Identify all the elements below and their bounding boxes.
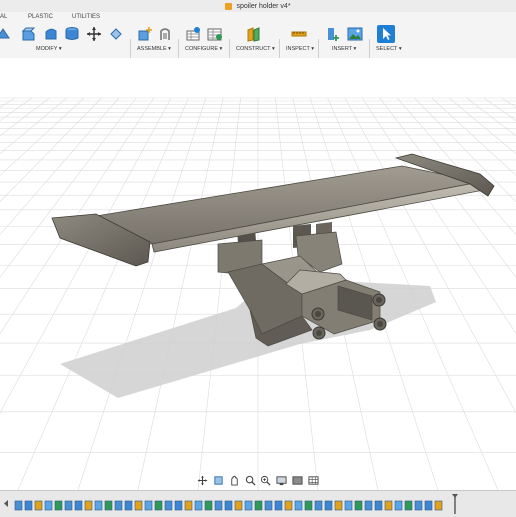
timeline-feature-icon[interactable] bbox=[324, 498, 333, 511]
fillet-icon[interactable] bbox=[20, 25, 38, 43]
configure-rule-icon[interactable] bbox=[206, 25, 224, 43]
visual-style-icon[interactable] bbox=[291, 474, 305, 486]
tab-utilities[interactable]: UTILITIES bbox=[72, 14, 100, 20]
timeline-feature-icon[interactable] bbox=[244, 498, 253, 511]
title-bar: spoiler holder v4* bbox=[0, 0, 516, 12]
spoiler-wing bbox=[94, 165, 485, 253]
scene-3d bbox=[0, 97, 516, 490]
display-settings-icon[interactable] bbox=[275, 474, 289, 486]
look-at-icon[interactable] bbox=[212, 474, 226, 486]
timeline-feature-icon[interactable] bbox=[284, 498, 293, 511]
timeline-feature-icon[interactable] bbox=[274, 498, 283, 511]
timeline-marker-icon[interactable] bbox=[452, 494, 458, 514]
timeline-feature-icon[interactable] bbox=[254, 498, 263, 511]
timeline-feature-icon[interactable] bbox=[204, 498, 213, 511]
timeline-feature-icon[interactable] bbox=[394, 498, 403, 511]
group-select[interactable]: SELECT ▾ bbox=[376, 46, 402, 52]
orbit-icon[interactable] bbox=[196, 474, 210, 486]
timeline-feature-icon[interactable] bbox=[94, 498, 103, 511]
timeline-feature-icon[interactable] bbox=[214, 498, 223, 511]
timeline-feature-icon[interactable] bbox=[34, 498, 43, 511]
timeline-feature-icon[interactable] bbox=[364, 498, 373, 511]
timeline-feature-icon[interactable] bbox=[24, 498, 33, 511]
timeline bbox=[0, 490, 516, 517]
timeline-feature-icon[interactable] bbox=[294, 498, 303, 511]
timeline-feature-icon[interactable] bbox=[84, 498, 93, 511]
timeline-feature-icon[interactable] bbox=[104, 498, 113, 511]
tab-plastic[interactable]: PLASTIC bbox=[28, 14, 53, 20]
new-component-icon[interactable] bbox=[136, 25, 154, 43]
joint-icon[interactable] bbox=[156, 25, 174, 43]
timeline-feature-icon[interactable] bbox=[434, 498, 443, 511]
timeline-previous-icon[interactable] bbox=[2, 499, 9, 508]
timeline-feature-icon[interactable] bbox=[384, 498, 393, 511]
select-arrow-icon[interactable] bbox=[377, 25, 395, 43]
timeline-feature-icon[interactable] bbox=[74, 498, 83, 511]
group-insert[interactable]: INSERT ▾ bbox=[332, 46, 356, 52]
measure-icon[interactable] bbox=[290, 25, 308, 43]
timeline-feature-icon[interactable] bbox=[44, 498, 53, 511]
sketch-scale-icon[interactable] bbox=[107, 25, 125, 43]
tab-al[interactable]: AL bbox=[0, 14, 7, 20]
timeline-feature-icon[interactable] bbox=[314, 498, 323, 511]
toolbar: AL PLASTIC UTILITIES MODIFY ▾ ASSEMBLE ▾… bbox=[0, 12, 516, 69]
grid-icon[interactable] bbox=[306, 474, 320, 486]
navigation-bar bbox=[196, 473, 320, 487]
timeline-feature-icon[interactable] bbox=[154, 498, 163, 511]
timeline-feature-icon[interactable] bbox=[64, 498, 73, 511]
timeline-feature-icon[interactable] bbox=[304, 498, 313, 511]
timeline-controls bbox=[2, 499, 9, 508]
timeline-feature-icon[interactable] bbox=[344, 498, 353, 511]
group-modify[interactable]: MODIFY ▾ bbox=[36, 46, 62, 52]
timeline-feature-icon[interactable] bbox=[404, 498, 413, 511]
timeline-feature-icon[interactable] bbox=[424, 498, 433, 511]
zoom-icon[interactable] bbox=[243, 474, 257, 486]
insert-derive-icon[interactable] bbox=[325, 25, 343, 43]
timeline-feature-icon[interactable] bbox=[234, 498, 243, 511]
shell-icon[interactable] bbox=[42, 25, 60, 43]
group-assemble[interactable]: ASSEMBLE ▾ bbox=[137, 46, 171, 52]
timeline-feature-icon[interactable] bbox=[54, 498, 63, 511]
timeline-feature-icon[interactable] bbox=[194, 498, 203, 511]
insert-image-icon[interactable] bbox=[346, 25, 364, 43]
tool-row bbox=[0, 25, 516, 69]
timeline-feature-icon[interactable] bbox=[334, 498, 343, 511]
timeline-feature-icon[interactable] bbox=[374, 498, 383, 511]
document-icon bbox=[225, 2, 233, 10]
fit-icon[interactable] bbox=[259, 474, 273, 486]
offset-plane-icon[interactable] bbox=[245, 25, 263, 43]
press-pull-icon[interactable] bbox=[0, 25, 12, 43]
timeline-feature-icon[interactable] bbox=[264, 498, 273, 511]
group-inspect[interactable]: INSPECT ▾ bbox=[286, 46, 314, 52]
timeline-feature-icon[interactable] bbox=[114, 498, 123, 511]
combine-icon[interactable] bbox=[63, 25, 81, 43]
group-configure[interactable]: CONFIGURE ▾ bbox=[185, 46, 222, 52]
timeline-feature-icon[interactable] bbox=[174, 498, 183, 511]
document-title: spoiler holder v4* bbox=[236, 2, 291, 10]
viewport-canvas[interactable] bbox=[0, 58, 516, 490]
timeline-feature-icon[interactable] bbox=[354, 498, 363, 511]
group-construct[interactable]: CONSTRUCT ▾ bbox=[236, 46, 275, 52]
timeline-feature-icon[interactable] bbox=[164, 498, 173, 511]
pan-icon[interactable] bbox=[228, 474, 242, 486]
timeline-feature-icon[interactable] bbox=[414, 498, 423, 511]
configure-table-icon[interactable] bbox=[185, 25, 203, 43]
timeline-feature-icon[interactable] bbox=[144, 498, 153, 511]
timeline-feature-icon[interactable] bbox=[124, 498, 133, 511]
timeline-feature-icon[interactable] bbox=[224, 498, 233, 511]
timeline-feature-icon[interactable] bbox=[134, 498, 143, 511]
timeline-feature-icon[interactable] bbox=[184, 498, 193, 511]
timeline-feature-icon[interactable] bbox=[14, 498, 23, 511]
move-icon[interactable] bbox=[85, 25, 103, 43]
